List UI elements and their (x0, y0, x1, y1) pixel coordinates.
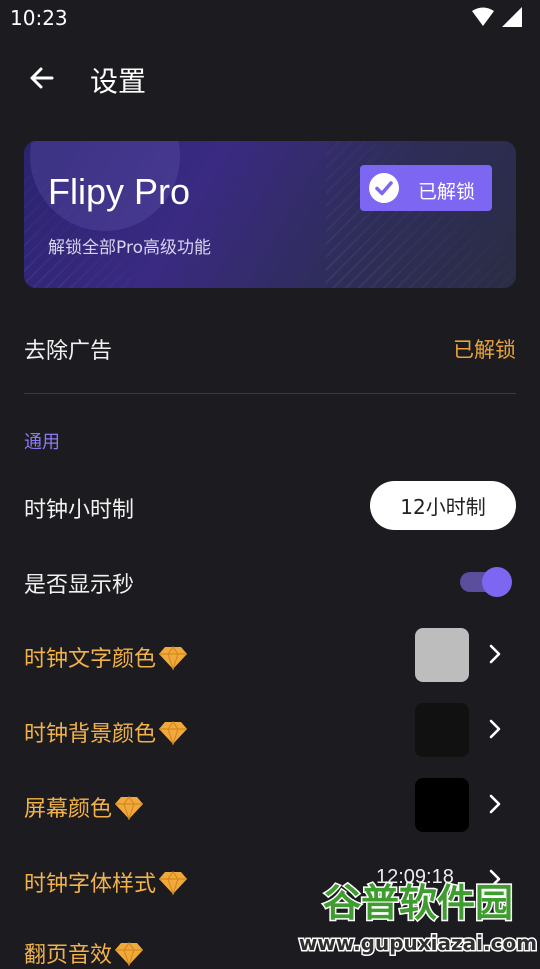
chevron-right-icon (489, 644, 501, 664)
clock-bg-color-label: 时钟背景颜色 (24, 716, 188, 748)
pro-subtitle: 解锁全部Pro高级功能 (48, 238, 211, 258)
screen-color-label: 屏幕颜色 (24, 791, 144, 823)
remove-ads-label: 去除广告 (24, 339, 113, 364)
chevron-right-icon (489, 794, 501, 814)
status-time: 10:23 (10, 6, 68, 30)
clock-hour-format-label: 时钟小时制 (24, 498, 135, 523)
page-title: 设置 (90, 65, 147, 98)
diamond-icon (159, 871, 188, 895)
status-icons (472, 7, 522, 27)
pro-card[interactable]: Flipy Pro 解锁全部Pro高级功能 已解锁 (24, 141, 516, 288)
clock-bg-color-swatch[interactable] (415, 703, 469, 757)
clock-text-color-label: 时钟文字颜色 (24, 641, 188, 673)
unlocked-badge: 已解锁 (360, 165, 492, 211)
diamond-icon (115, 942, 144, 966)
watermark-logo: 谷普软件园 www.gupuxiazai.com (297, 880, 538, 957)
pro-title: Flipy Pro (48, 171, 191, 212)
app-bar: 设置 (0, 44, 540, 114)
signal-icon (502, 7, 522, 27)
show-seconds-label: 是否显示秒 (24, 573, 135, 598)
remove-ads-status: 已解锁 (453, 338, 516, 362)
watermark-text-bottom: www.gupuxiazai.com (299, 931, 537, 955)
divider (24, 393, 516, 394)
section-header-general: 通用 (24, 432, 60, 453)
back-arrow-icon[interactable] (24, 60, 60, 96)
check-circle-icon (369, 173, 399, 203)
status-bar: 10:23 (0, 0, 540, 36)
badge-label: 已解锁 (418, 181, 476, 203)
chevron-right-icon (489, 719, 501, 739)
clock-text-color-swatch[interactable] (415, 628, 469, 682)
clock-font-style-label: 时钟字体样式 (24, 866, 188, 898)
screen-color-swatch[interactable] (415, 778, 469, 832)
wifi-icon (472, 7, 494, 26)
diamond-icon (159, 646, 188, 670)
hour-format-value: 12小时制 (400, 495, 486, 519)
diamond-icon (159, 721, 188, 745)
hour-format-selector[interactable]: 12小时制 (370, 481, 516, 530)
show-seconds-toggle[interactable] (458, 567, 512, 597)
flip-sound-label: 翻页音效 (24, 937, 144, 969)
toggle-knob (482, 567, 512, 597)
watermark-text-top: 谷普软件园 (323, 881, 513, 925)
decorative-stripes (326, 141, 516, 288)
diamond-icon (115, 796, 144, 820)
